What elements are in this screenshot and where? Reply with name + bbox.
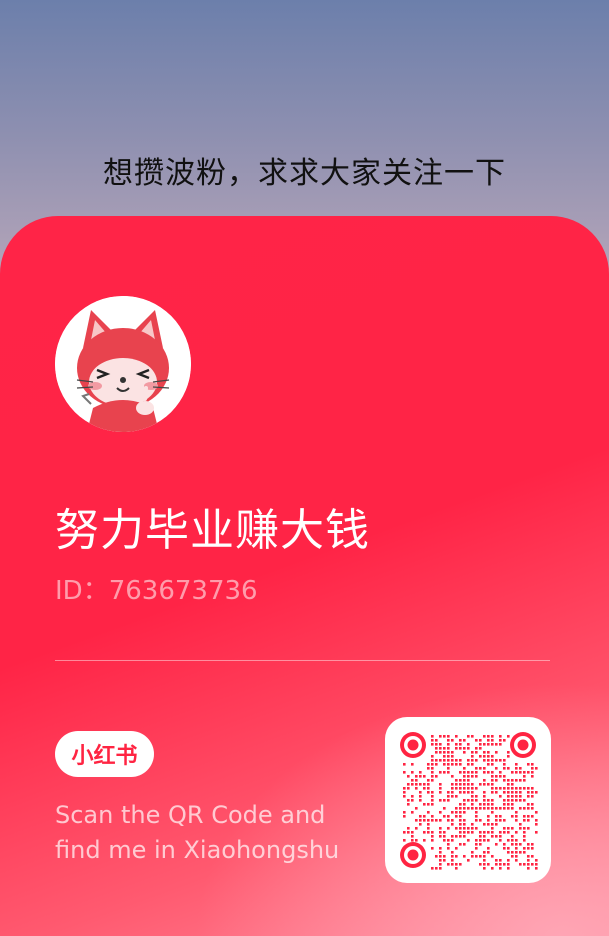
qr-code[interactable] <box>385 717 551 883</box>
scan-line-2: find me in Xiaohongshu <box>55 836 340 864</box>
scan-instructions: Scan the QR Code and find me in Xiaohong… <box>55 798 375 868</box>
divider <box>55 660 550 661</box>
qr-code-icon <box>400 732 538 870</box>
brand-label: 小红书 <box>71 744 138 769</box>
fox-avatar-icon <box>55 296 191 432</box>
user-id: ID：763673736 <box>55 576 258 606</box>
profile-card: 努力毕业赚大钱 ID：763673736 小红书 Scan the QR Cod… <box>0 216 609 936</box>
avatar[interactable] <box>55 296 191 432</box>
username: 努力毕业赚大钱 <box>55 505 370 556</box>
caption-text: 想攒波粉，求求大家关注一下 <box>103 156 506 191</box>
scan-line-1: Scan the QR Code and <box>55 801 326 829</box>
xiaohongshu-logo: 小红书 <box>55 731 154 777</box>
